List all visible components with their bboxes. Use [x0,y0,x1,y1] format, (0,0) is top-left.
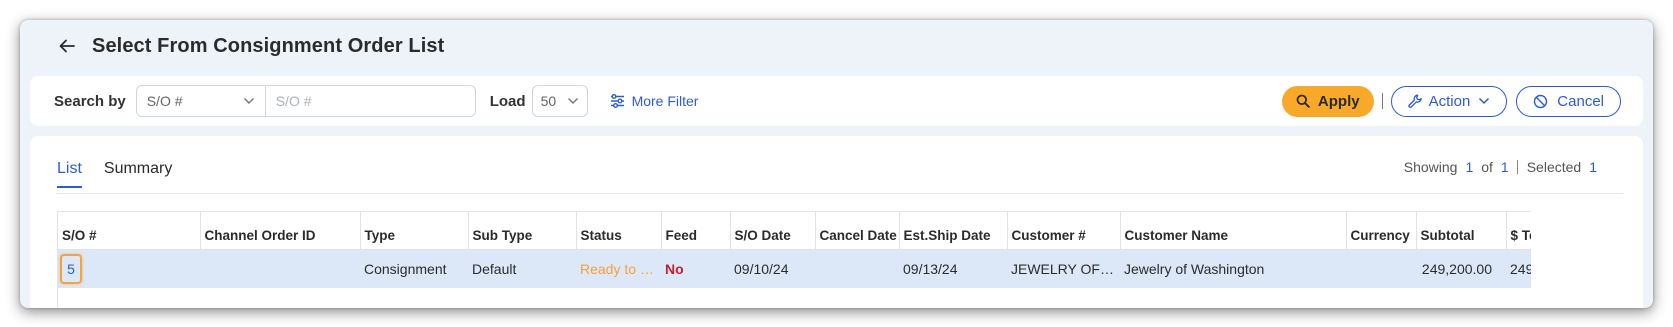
more-filter-button[interactable]: More Filter [610,93,699,109]
column-header[interactable]: Status [576,211,662,250]
consignment-order-dialog: Select From Consignment Order List Searc… [20,20,1653,308]
cell-so: 5 [58,249,200,288]
column-header[interactable]: Customer Name [1120,211,1347,250]
cancel-label: Cancel [1557,92,1604,110]
cell-est-ship-date: 09/13/24 [899,249,1007,288]
cancel-icon [1534,94,1548,108]
column-header[interactable]: Cancel Date [815,211,900,250]
cell-subtotal: 249,200.00 [1416,249,1506,288]
load-value: 50 [540,93,557,109]
record-counts: Showing 1 of 1 Selected 1 [1404,159,1605,175]
selected-label: Selected [1526,159,1582,175]
table-header-row: S/O # Channel Order ID Type Sub Type Sta… [58,211,1531,250]
tab-summary[interactable]: Summary [104,160,172,188]
column-header[interactable]: Est.Ship Date [899,211,1008,250]
cancel-button[interactable]: Cancel [1516,85,1621,117]
arrow-left-icon[interactable] [56,35,78,57]
action-label: Action [1428,92,1471,110]
sliders-icon [610,94,624,108]
apply-label: Apply [1317,92,1360,110]
of-label: of [1481,159,1493,175]
cell-customer-no: JEWELRY OF WA [1007,249,1120,288]
counts-divider [1516,160,1518,174]
orders-table-container[interactable]: S/O # Channel Order ID Type Sub Type Sta… [57,211,1531,308]
column-header[interactable]: Sub Type [468,211,577,250]
chevron-down-icon [567,98,578,104]
chevron-down-icon [243,98,254,104]
view-tabs: List Summary [57,160,172,188]
total-value: 1 [1500,159,1509,175]
search-by-label: Search by [54,92,126,110]
column-header[interactable]: Currency [1346,211,1417,250]
column-header[interactable]: $ Total [1506,211,1531,250]
dialog-header: Select From Consignment Order List [20,20,1653,72]
tab-list[interactable]: List [57,160,82,188]
apply-button[interactable]: Apply [1281,85,1374,117]
search-by-value: S/O # [146,93,183,109]
cell-feed: No [661,249,730,288]
cell-total: 249,200.00 [1506,249,1531,288]
column-header[interactable]: S/O Date [730,211,816,250]
cell-status: Ready to Ship [576,249,661,288]
table-row[interactable]: 5 Consignment Default Ready to Ship No 0… [58,249,1531,288]
cell-channel-order-id [200,249,360,288]
filter-bar: Search by S/O # Load 50 More Filter [30,76,1643,126]
chevron-down-icon [1479,97,1490,105]
toolbar-divider [1381,93,1383,109]
cell-so-date: 09/10/24 [730,249,815,288]
filter-actions: Apply Action Cancel [1281,76,1621,126]
search-by-select[interactable]: S/O # [135,85,266,117]
cell-currency [1346,249,1416,288]
orders-table: S/O # Channel Order ID Type Sub Type Sta… [58,211,1531,288]
page-title: Select From Consignment Order List [92,34,445,57]
results-panel: List Summary Showing 1 of 1 Selected 1 S… [30,136,1643,308]
more-filter-label: More Filter [631,93,699,109]
action-button[interactable]: Action [1390,85,1508,117]
column-header[interactable]: Subtotal [1416,211,1507,250]
column-header[interactable]: Customer # [1007,211,1121,250]
load-select[interactable]: 50 [531,85,588,117]
column-header[interactable]: Type [360,211,469,250]
cell-type: Consignment [360,249,468,288]
column-header[interactable]: Feed [661,211,731,250]
load-label: Load [489,92,526,110]
selected-value: 1 [1589,159,1597,175]
cell-customer-name: Jewelry of Washington [1120,249,1346,288]
tabs-divider [57,193,1623,194]
column-header[interactable]: Channel Order ID [200,211,361,250]
cell-cancel-date [815,249,899,288]
cell-sub-type: Default [468,249,576,288]
wrench-icon [1407,94,1422,108]
search-icon [1296,94,1310,108]
search-input[interactable] [265,85,476,117]
so-number-link[interactable]: 5 [60,253,82,284]
showing-label: Showing [1403,159,1458,175]
showing-value: 1 [1465,159,1474,175]
column-header[interactable]: S/O # [58,211,201,250]
